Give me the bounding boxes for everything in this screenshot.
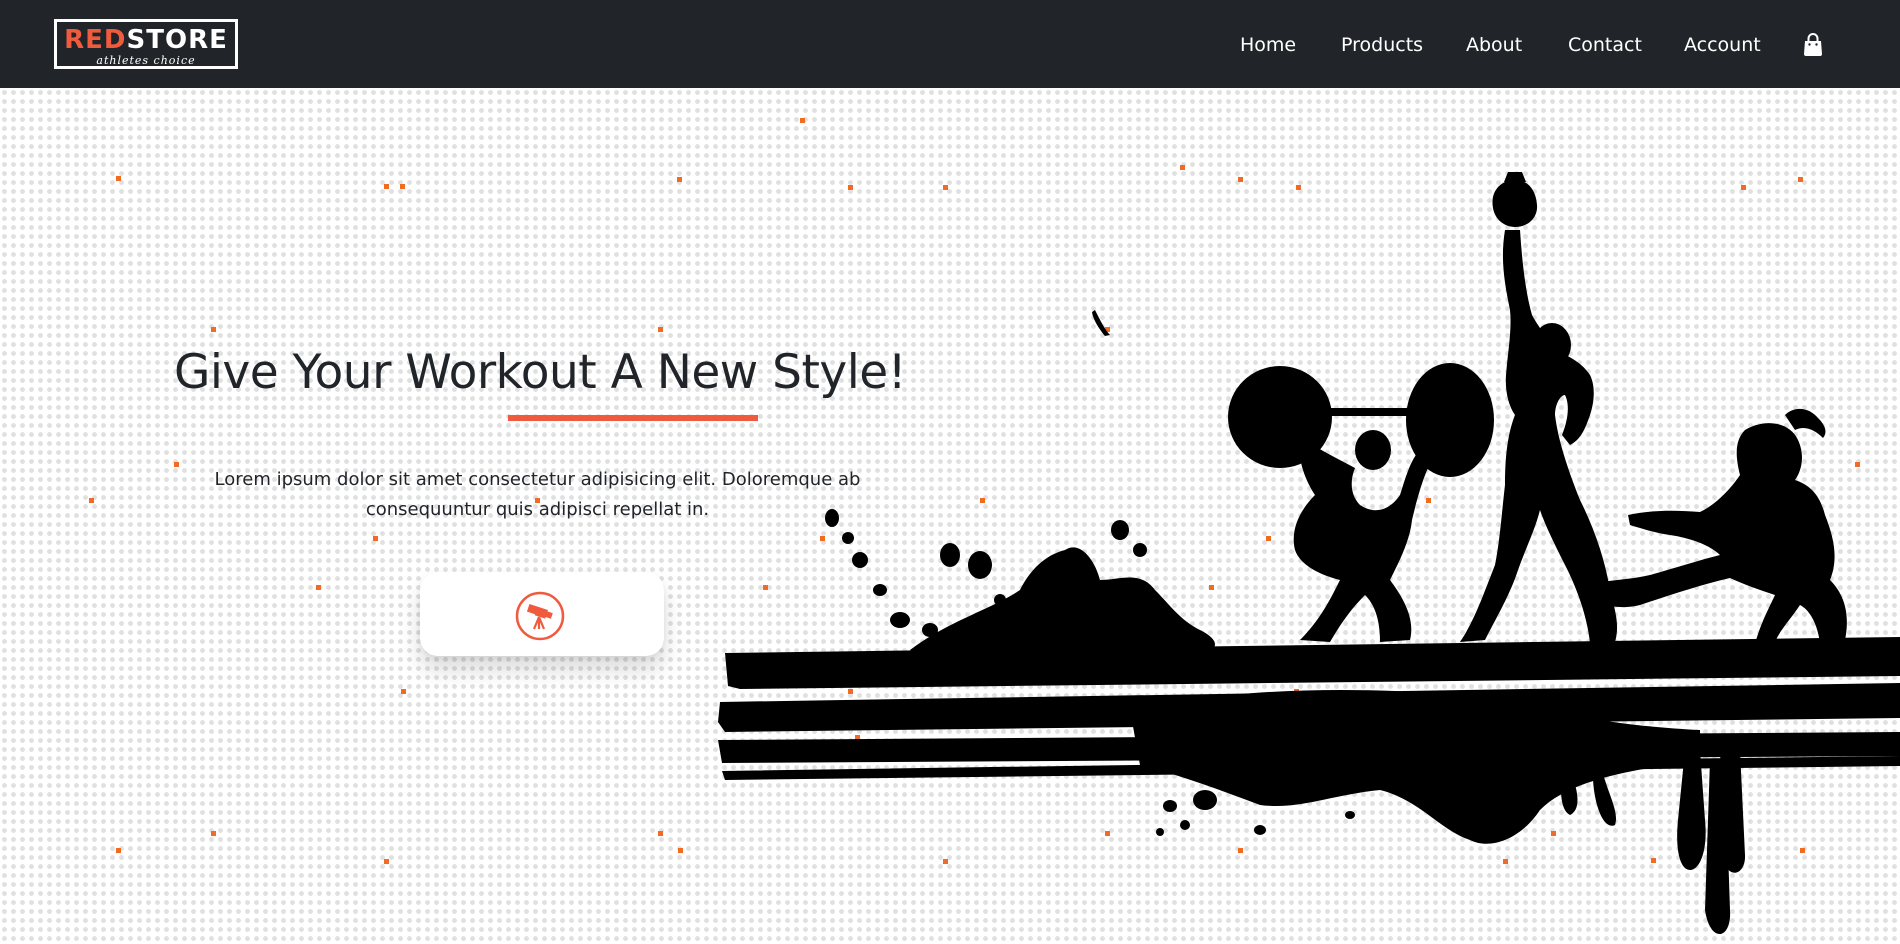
orange-dot bbox=[658, 831, 663, 836]
orange-dot bbox=[316, 585, 321, 590]
orange-dot bbox=[373, 536, 378, 541]
shopping-bag-icon[interactable] bbox=[1802, 33, 1824, 57]
navbar: REDSTORE athletes choice Home Products A… bbox=[0, 0, 1900, 88]
telescope-icon bbox=[515, 591, 565, 641]
orange-dot bbox=[677, 177, 682, 182]
logo-text-d: D bbox=[103, 25, 127, 55]
orange-dot bbox=[400, 184, 405, 189]
orange-dot bbox=[384, 859, 389, 864]
orange-dot bbox=[89, 498, 94, 503]
orange-dot bbox=[116, 176, 121, 181]
nav-item-account[interactable]: Account bbox=[1684, 33, 1761, 57]
nav-item-products[interactable]: Products bbox=[1341, 33, 1423, 57]
hero-action-button[interactable] bbox=[420, 572, 664, 656]
logo-tagline: athletes choice bbox=[96, 54, 196, 67]
orange-dot bbox=[800, 118, 805, 123]
orange-dot bbox=[211, 327, 216, 332]
orange-dot bbox=[678, 848, 683, 853]
logo-text-red: RE bbox=[64, 25, 104, 55]
fitness-athletes-silhouette bbox=[718, 172, 1900, 935]
orange-dot bbox=[116, 848, 121, 853]
logo-wordmark: REDSTORE bbox=[57, 25, 235, 55]
nav-item-about[interactable]: About bbox=[1466, 33, 1522, 57]
orange-dot bbox=[211, 831, 216, 836]
nav-item-home[interactable]: Home bbox=[1240, 33, 1296, 57]
logo[interactable]: REDSTORE athletes choice bbox=[54, 19, 238, 69]
nav-item-contact[interactable]: Contact bbox=[1568, 33, 1642, 57]
orange-dot bbox=[401, 689, 406, 694]
orange-dot bbox=[658, 327, 663, 332]
page: REDSTORE athletes choice Home Products A… bbox=[0, 0, 1900, 944]
orange-dot bbox=[384, 184, 389, 189]
logo-text-white: STORE bbox=[126, 25, 228, 55]
